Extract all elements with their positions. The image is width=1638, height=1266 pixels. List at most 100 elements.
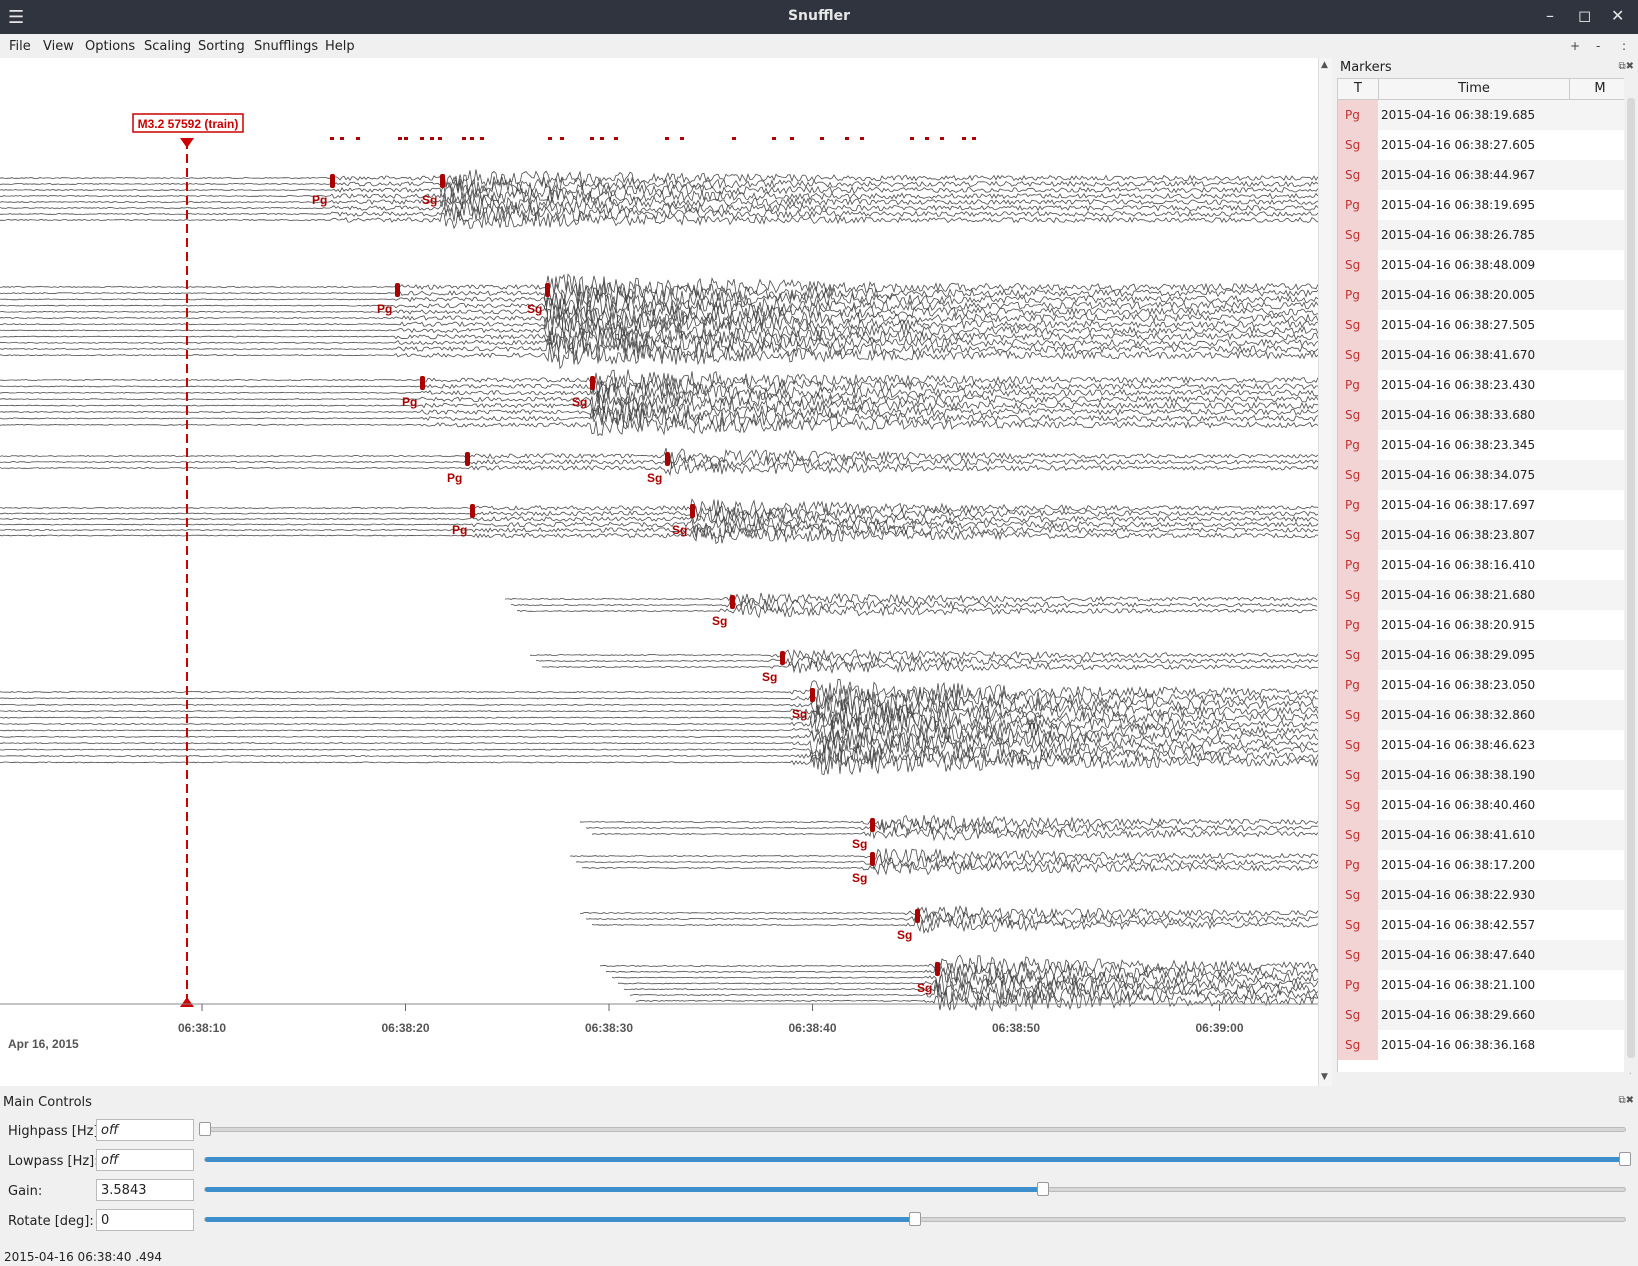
markers-hscrollbar[interactable] xyxy=(1337,1072,1629,1084)
minimize-icon[interactable]: – xyxy=(1546,6,1554,25)
phase-pick-marker[interactable] xyxy=(730,595,735,609)
markers-scroll-thumb[interactable] xyxy=(1627,98,1635,1058)
zoom-in-button[interactable]: + xyxy=(1570,39,1580,53)
scroll-down-icon[interactable]: ▼ xyxy=(1321,1072,1328,1082)
marker-row[interactable]: Pg 2015-04-16 06:38:19.695 xyxy=(1338,190,1630,220)
marker-time: 2015-04-16 06:38:26.785 xyxy=(1378,220,1571,250)
gain-slider[interactable] xyxy=(204,1182,1626,1196)
phase-pick-marker[interactable] xyxy=(545,283,550,297)
marker-row[interactable]: Sg 2015-04-16 06:38:29.095 xyxy=(1338,640,1630,670)
phase-pick-marker[interactable] xyxy=(935,962,940,976)
more-options-button[interactable]: : xyxy=(1622,39,1626,53)
marker-row[interactable]: Pg 2015-04-16 06:38:19.685 xyxy=(1338,100,1630,130)
menu-help[interactable]: Help xyxy=(325,39,355,54)
marker-row[interactable]: Sg 2015-04-16 06:38:41.670 xyxy=(1338,340,1630,370)
overview-marker-tick xyxy=(772,137,776,140)
zoom-out-button[interactable]: - xyxy=(1596,39,1600,53)
marker-row[interactable]: Sg 2015-04-16 06:38:26.785 xyxy=(1338,220,1630,250)
rotate-input[interactable]: 0 xyxy=(96,1209,194,1231)
phase-pick-marker[interactable] xyxy=(440,174,445,188)
marker-row[interactable]: Sg 2015-04-16 06:38:42.557 xyxy=(1338,910,1630,940)
phase-pick-marker[interactable] xyxy=(780,651,785,665)
dock-float-close-icon[interactable]: ⧉✖ xyxy=(1618,61,1634,72)
marker-magnitude xyxy=(1571,190,1630,220)
phase-pick-label: Pg xyxy=(447,471,462,485)
marker-row[interactable]: Sg 2015-04-16 06:38:44.967 xyxy=(1338,160,1630,190)
menu-scaling[interactable]: Scaling xyxy=(144,39,191,54)
marker-row[interactable]: Sg 2015-04-16 06:38:23.807 xyxy=(1338,520,1630,550)
marker-magnitude xyxy=(1571,730,1630,760)
markers-scrollbar[interactable] xyxy=(1624,78,1638,1072)
phase-pick-marker[interactable] xyxy=(870,852,875,866)
column-type[interactable]: T xyxy=(1338,79,1379,99)
phase-pick-label: Pg xyxy=(452,523,467,537)
marker-row[interactable]: Pg 2015-04-16 06:38:17.697 xyxy=(1338,490,1630,520)
marker-row[interactable]: Pg 2015-04-16 06:38:17.200 xyxy=(1338,850,1630,880)
marker-row[interactable]: Sg 2015-04-16 06:38:21.680 xyxy=(1338,580,1630,610)
trace-view[interactable]: Pg Sg Pg Sg Pg Sg Pg Sg Pg Sg Sg Sg Sg Sg Sg Sg Sg M3.2 … xyxy=(0,58,1318,1086)
close-icon[interactable]: ✕ xyxy=(1611,6,1624,25)
phase-pick-marker[interactable] xyxy=(810,688,815,702)
controls-dock-icon[interactable]: ⧉✖ xyxy=(1618,1095,1634,1106)
marker-row[interactable]: Sg 2015-04-16 06:38:22.930 xyxy=(1338,880,1630,910)
marker-row[interactable]: Sg 2015-04-16 06:38:48.009 xyxy=(1338,250,1630,280)
phase-pick-marker[interactable] xyxy=(590,376,595,390)
marker-row[interactable]: Sg 2015-04-16 06:38:27.605 xyxy=(1338,130,1630,160)
traces xyxy=(0,169,1318,1012)
marker-row[interactable]: Sg 2015-04-16 06:38:32.860 xyxy=(1338,700,1630,730)
marker-magnitude xyxy=(1571,430,1630,460)
maximize-icon[interactable]: ◻ xyxy=(1578,6,1591,25)
marker-row[interactable]: Sg 2015-04-16 06:38:40.460 xyxy=(1338,790,1630,820)
marker-row[interactable]: Pg 2015-04-16 06:38:23.430 xyxy=(1338,370,1630,400)
marker-row[interactable]: Pg 2015-04-16 06:38:23.345 xyxy=(1338,430,1630,460)
marker-row[interactable]: Sg 2015-04-16 06:38:46.623 xyxy=(1338,730,1630,760)
marker-row[interactable]: Sg 2015-04-16 06:38:29.660 xyxy=(1338,1000,1630,1030)
phase-pick-marker[interactable] xyxy=(330,174,335,188)
highpass-slider[interactable] xyxy=(199,1122,1626,1136)
phase-pick-marker[interactable] xyxy=(915,909,920,923)
marker-row[interactable]: Pg 2015-04-16 06:38:23.050 xyxy=(1338,670,1630,700)
lowpass-slider[interactable] xyxy=(204,1152,1631,1166)
marker-row[interactable]: Sg 2015-04-16 06:38:27.505 xyxy=(1338,310,1630,340)
marker-row[interactable]: Sg 2015-04-16 06:38:47.640 xyxy=(1338,940,1630,970)
trace-scrollbar[interactable]: ▲ ▼ xyxy=(1318,58,1333,1086)
phase-pick-marker[interactable] xyxy=(470,504,475,518)
menu-sorting[interactable]: Sorting xyxy=(198,39,245,54)
highpass-input[interactable]: off xyxy=(96,1119,194,1141)
marker-row[interactable]: Pg 2015-04-16 06:38:16.410 xyxy=(1338,550,1630,580)
gain-input[interactable]: 3.5843 xyxy=(96,1179,194,1201)
menu-snufflings[interactable]: Snufflings xyxy=(254,39,318,54)
event-marker[interactable]: M3.2 57592 (train) xyxy=(132,113,244,1007)
scroll-up-icon[interactable]: ▲ xyxy=(1321,60,1328,70)
marker-row[interactable]: Pg 2015-04-16 06:38:21.100 xyxy=(1338,970,1630,1000)
marker-row[interactable]: Sg 2015-04-16 06:38:34.075 xyxy=(1338,460,1630,490)
menu-options[interactable]: Options xyxy=(85,39,135,54)
phase-pick-label: Sg xyxy=(672,523,687,537)
marker-time: 2015-04-16 06:38:17.697 xyxy=(1381,498,1536,512)
marker-row[interactable]: Pg 2015-04-16 06:38:20.005 xyxy=(1338,280,1630,310)
phase-pick-marker[interactable] xyxy=(870,818,875,832)
lowpass-input[interactable]: off xyxy=(96,1149,194,1171)
phase-pick-marker[interactable] xyxy=(690,504,695,518)
markers-table[interactable]: T Time M Pg 2015-04-16 06:38:19.685 Sg 2015… xyxy=(1337,78,1631,1074)
column-magnitude[interactable]: M xyxy=(1570,79,1630,99)
seismic-trace xyxy=(0,381,1318,405)
marker-row[interactable]: Pg 2015-04-16 06:38:20.915 xyxy=(1338,610,1630,640)
phase-pick-marker[interactable] xyxy=(465,452,470,466)
phase-pick-marker[interactable] xyxy=(665,452,670,466)
marker-type: Pg xyxy=(1338,610,1378,640)
marker-type: Sg xyxy=(1338,760,1378,790)
marker-row[interactable]: Sg 2015-04-16 06:38:33.680 xyxy=(1338,400,1630,430)
marker-row[interactable]: Sg 2015-04-16 06:38:38.190 xyxy=(1338,760,1630,790)
column-time[interactable]: Time xyxy=(1379,79,1570,99)
rotate-slider[interactable] xyxy=(204,1212,1626,1226)
marker-row[interactable]: Sg 2015-04-16 06:38:36.168 xyxy=(1338,1030,1630,1060)
menu-view[interactable]: View xyxy=(43,39,74,54)
phase-pick-marker[interactable] xyxy=(395,283,400,297)
seismogram-canvas[interactable]: Pg Sg Pg Sg Pg Sg Pg Sg Pg Sg Sg Sg Sg Sg Sg Sg Sg M3.2 … xyxy=(0,58,1318,1086)
phase-pick-label: Pg xyxy=(402,395,417,409)
menu-file[interactable]: File xyxy=(9,39,31,54)
phase-pick-marker[interactable] xyxy=(420,376,425,390)
marker-row[interactable]: Sg 2015-04-16 06:38:41.610 xyxy=(1338,820,1630,850)
marker-magnitude xyxy=(1571,370,1630,400)
